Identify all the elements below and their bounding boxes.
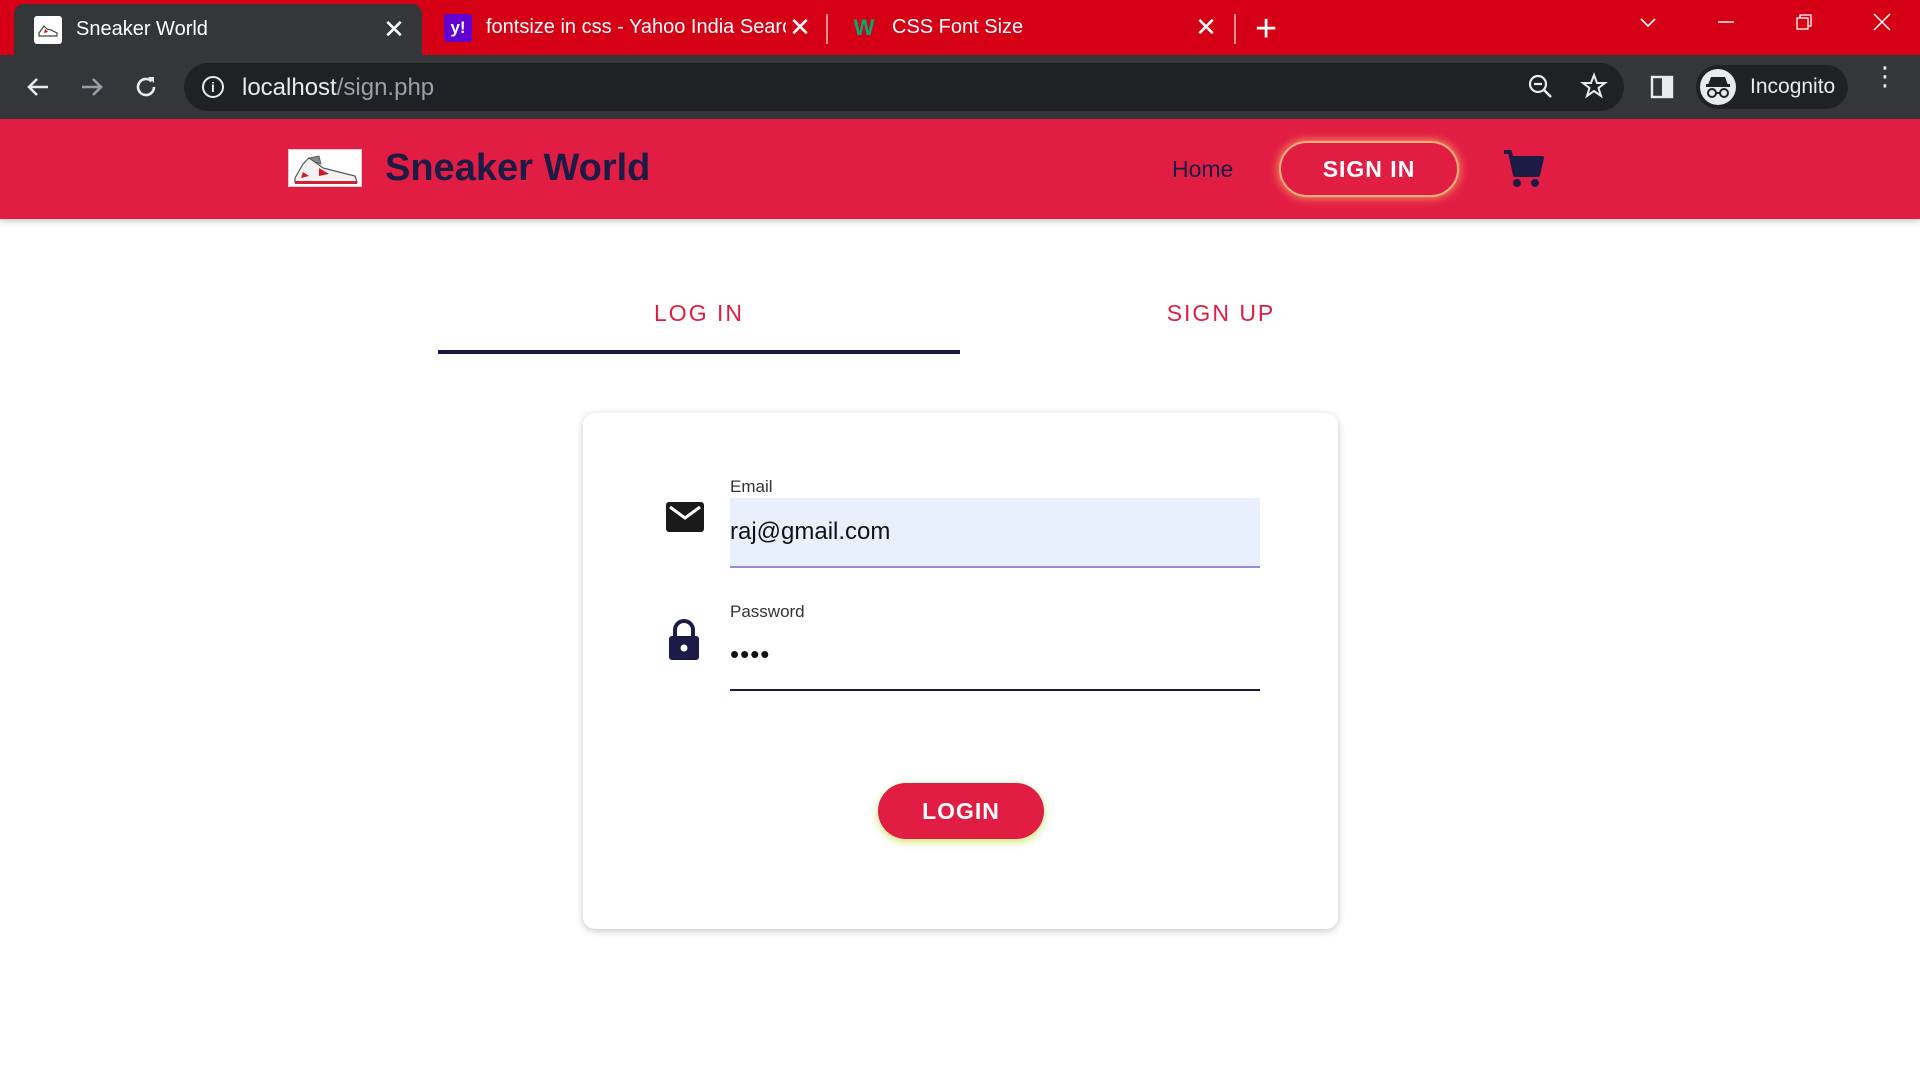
tab-divider [826,14,828,44]
profile-label: Incognito [1750,75,1836,98]
tab-title: Sneaker World [76,18,208,40]
close-window-icon[interactable] [1872,12,1892,38]
active-tab-indicator [438,350,960,354]
url-text[interactable]: localhost/sign.php [242,74,434,102]
tab-title: CSS Font Size [892,16,1024,38]
w3-favicon-icon: W [853,14,875,40]
sneaker-logo-icon[interactable] [288,149,362,187]
incognito-icon [1700,69,1736,105]
url-path: /sign.php [336,74,435,101]
yahoo-favicon-icon: y! [444,13,472,42]
email-value: raj@gmail.com [730,518,891,545]
forward-arrow-icon[interactable] [72,67,112,107]
close-tab-icon[interactable]: ✕ [786,12,814,43]
lock-icon [667,618,701,662]
close-tab-icon[interactable]: ✕ [380,14,408,45]
mail-icon [665,501,705,533]
site-info-icon[interactable]: i [202,76,224,98]
incognito-profile-button[interactable]: Incognito [1696,65,1848,109]
login-card: Email raj@gmail.com Password •••• LOGIN [583,413,1338,929]
url-host: localhost [242,74,337,101]
email-field[interactable]: raj@gmail.com [730,498,1260,568]
reload-icon[interactable] [126,67,166,107]
password-field[interactable]: •••• [730,621,1260,691]
close-tab-icon[interactable]: ✕ [1192,12,1220,43]
zoom-icon[interactable] [1524,72,1556,104]
sneaker-favicon-icon [34,15,62,44]
tab-divider [1234,14,1236,44]
shopping-cart-icon[interactable] [1502,149,1546,189]
brand-title[interactable]: Sneaker World [385,147,650,190]
email-label: Email [730,477,773,496]
tab-search-chevron-icon[interactable] [1638,12,1658,38]
minimize-icon[interactable] [1716,12,1736,38]
browser-tab-css-font-size[interactable]: W CSS Font Size ✕ [830,0,1234,55]
tab-log-in[interactable]: LOG IN [438,300,960,340]
bookmark-star-icon[interactable] [1578,72,1610,104]
nav-sign-in-button[interactable]: SIGN IN [1279,141,1459,197]
address-bar[interactable]: i localhost/sign.php [184,63,1624,111]
site-header: Sneaker World Home SIGN IN [0,119,1920,219]
login-button[interactable]: LOGIN [878,783,1044,839]
password-label: Password [730,602,805,621]
side-panel-icon[interactable] [1642,67,1682,107]
browser-toolbar: i localhost/sign.php Incognito ⋮ [0,55,1920,119]
nav-home-link[interactable]: Home [1172,156,1233,183]
browser-tab-yahoo[interactable]: y! fontsize in css - Yahoo India Search … [424,0,828,55]
browser-menu-icon[interactable]: ⋮ [1872,63,1898,89]
new-tab-plus-icon[interactable]: + [1255,8,1277,51]
back-arrow-icon[interactable] [18,67,58,107]
browser-tab-strip: Sneaker World ✕ y! fontsize in css - Yah… [0,0,1920,55]
browser-tab-sneaker-world[interactable]: Sneaker World ✕ [14,4,422,55]
password-value: •••• [730,639,771,669]
tab-sign-up[interactable]: SIGN UP [960,300,1482,340]
restore-icon[interactable] [1794,12,1814,38]
tab-title: fontsize in css - Yahoo India Search [486,16,786,38]
